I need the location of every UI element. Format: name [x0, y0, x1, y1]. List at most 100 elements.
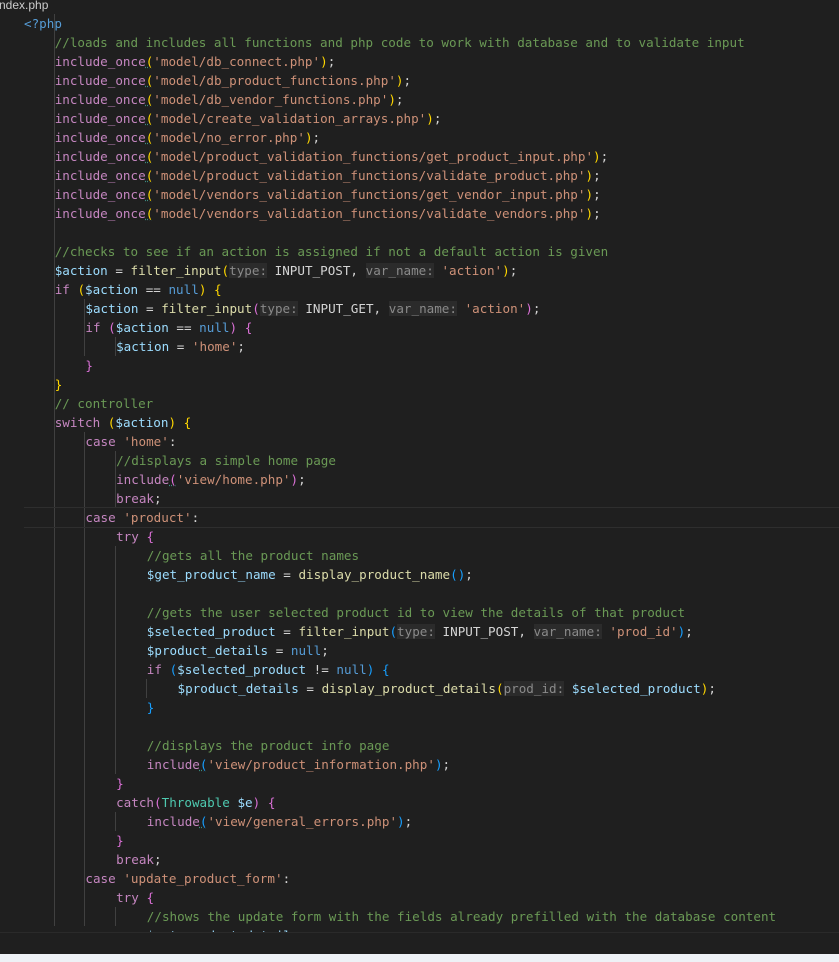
code-token: ( — [77, 282, 86, 297]
code-token: 'model/db_connect.php' — [153, 54, 321, 69]
code-line[interactable]: case 'home': — [85, 432, 176, 451]
code-line[interactable]: include_once('model/db_product_functions… — [55, 71, 411, 90]
code-token: prod_id: — [503, 681, 565, 696]
code-line[interactable]: if ($action == null) { — [55, 280, 222, 299]
code-token: 'model/vendors_validation_functions/get_… — [153, 187, 586, 202]
code-token: ; — [154, 491, 162, 506]
code-line[interactable]: //checks to see if an action is assigned… — [55, 242, 609, 261]
code-token: 'home' — [191, 339, 238, 354]
code-token: ; — [327, 54, 336, 69]
code-token: ) — [397, 814, 405, 829]
code-token: ) — [502, 263, 510, 278]
code-line[interactable]: $selected_product = filter_input(type: I… — [147, 622, 693, 641]
code-line[interactable]: $product_details = null; — [147, 641, 329, 660]
code-token: = — [275, 624, 299, 639]
code-token: = — [169, 339, 192, 354]
code-line[interactable]: } — [85, 356, 93, 375]
code-token: ; — [395, 92, 404, 107]
code-line[interactable]: include_once('model/vendors_validation_f… — [55, 185, 601, 204]
code-token: display_product_details — [321, 681, 496, 696]
code-token: include_once — [54, 130, 146, 145]
code-token: { — [244, 320, 253, 335]
code-editor[interactable]: <?php //loads and includes all functions … — [0, 12, 839, 932]
code-line[interactable]: include_once('model/db_vendor_functions.… — [55, 90, 404, 109]
code-token: = — [268, 643, 291, 658]
code-line[interactable]: } — [116, 774, 124, 793]
code-token: { — [146, 529, 155, 544]
code-token: ) — [304, 130, 313, 145]
code-line[interactable]: // controller — [55, 394, 154, 413]
code-token: include_once — [54, 54, 146, 69]
code-line[interactable]: //shows the update form with the fields … — [147, 907, 776, 926]
code-token: ; — [312, 130, 321, 145]
code-token: ) — [585, 187, 594, 202]
code-line[interactable]: } — [147, 698, 155, 717]
code-token: ) — [525, 301, 533, 316]
code-token: var_name: — [533, 624, 602, 639]
code-token: { — [267, 795, 276, 810]
code-line[interactable]: //gets the user selected product id to v… — [147, 603, 685, 622]
code-line[interactable]: switch ($action) { — [55, 413, 192, 432]
code-token: //displays the product info page — [146, 738, 390, 753]
code-line[interactable]: //gets all the product names — [147, 546, 359, 565]
code-token: ( — [495, 681, 504, 696]
code-line[interactable]: if ($action == null) { — [85, 318, 252, 337]
code-token: $product_details — [177, 681, 299, 696]
code-line[interactable]: try { — [116, 888, 154, 907]
code-token: include_once — [54, 92, 146, 107]
code-line[interactable]: } — [55, 375, 63, 394]
code-line[interactable]: break; — [116, 850, 162, 869]
code-line[interactable]: include_once('model/db_connect.php'); — [55, 52, 336, 71]
code-token: ; — [593, 168, 601, 183]
code-token: ; — [298, 472, 306, 487]
code-line[interactable]: $product_details = display_product_detai… — [178, 679, 716, 698]
code-line[interactable]: include('view/general_errors.php'); — [147, 812, 412, 831]
code-line[interactable]: include_once('model/no_error.php'); — [55, 128, 320, 147]
code-token: include_once — [54, 187, 146, 202]
code-line[interactable]: try { — [116, 527, 154, 546]
code-line[interactable]: //loads and includes all functions and p… — [55, 33, 745, 52]
code-token: null — [199, 320, 230, 335]
code-token: ; — [465, 567, 473, 582]
code-token: display_product_name — [298, 567, 451, 582]
code-token: ; — [509, 263, 518, 278]
code-line[interactable]: case 'product': — [85, 508, 199, 527]
code-token: = — [107, 263, 131, 278]
status-strip — [0, 954, 839, 962]
code-line[interactable]: $action = 'home'; — [116, 337, 245, 356]
code-token: include — [116, 472, 170, 487]
code-token: } — [85, 358, 93, 373]
code-token: ; — [433, 111, 442, 126]
code-token: filter_input — [298, 624, 390, 639]
code-token: ; — [154, 852, 162, 867]
code-token: $e — [237, 795, 253, 810]
code-line[interactable]: <?php — [24, 14, 62, 33]
code-line[interactable]: catch(Throwable $e) { — [116, 793, 275, 812]
code-line[interactable]: //displays the product info page — [147, 736, 390, 755]
code-line[interactable]: $action = filter_input(type: INPUT_GET, … — [85, 299, 540, 318]
code-token: null — [336, 662, 367, 677]
code-token: ( — [389, 624, 398, 639]
code-line[interactable]: include_once('model/vendors_validation_f… — [55, 204, 601, 223]
code-token: 'model/db_vendor_functions.php' — [153, 92, 389, 107]
code-line[interactable]: } — [116, 831, 124, 850]
code-line[interactable]: include_once('model/product_validation_f… — [55, 166, 601, 185]
code-line[interactable]: case 'update_product_form': — [85, 869, 290, 888]
code-line[interactable]: //displays a simple home page — [116, 451, 336, 470]
code-line[interactable]: $action = filter_input(type: INPUT_POST,… — [55, 261, 518, 280]
indent-guide — [146, 679, 147, 698]
code-token: ; — [237, 339, 246, 354]
code-line[interactable]: include_once('model/product_validation_f… — [55, 147, 609, 166]
code-line[interactable]: include_once('model/create_validation_ar… — [55, 109, 442, 128]
code-line[interactable]: break; — [116, 489, 162, 508]
code-token: ) — [585, 206, 594, 221]
editor-tab-filename[interactable]: ndex.php — [0, 0, 48, 11]
code-token: 'action' — [441, 263, 503, 278]
code-line[interactable]: include('view/product_information.php'); — [147, 755, 450, 774]
code-line[interactable]: $get_product_name = display_product_name… — [147, 565, 473, 584]
code-line[interactable]: if ($selected_product != null) { — [147, 660, 390, 679]
code-line[interactable]: include('view/home.php'); — [116, 470, 306, 489]
